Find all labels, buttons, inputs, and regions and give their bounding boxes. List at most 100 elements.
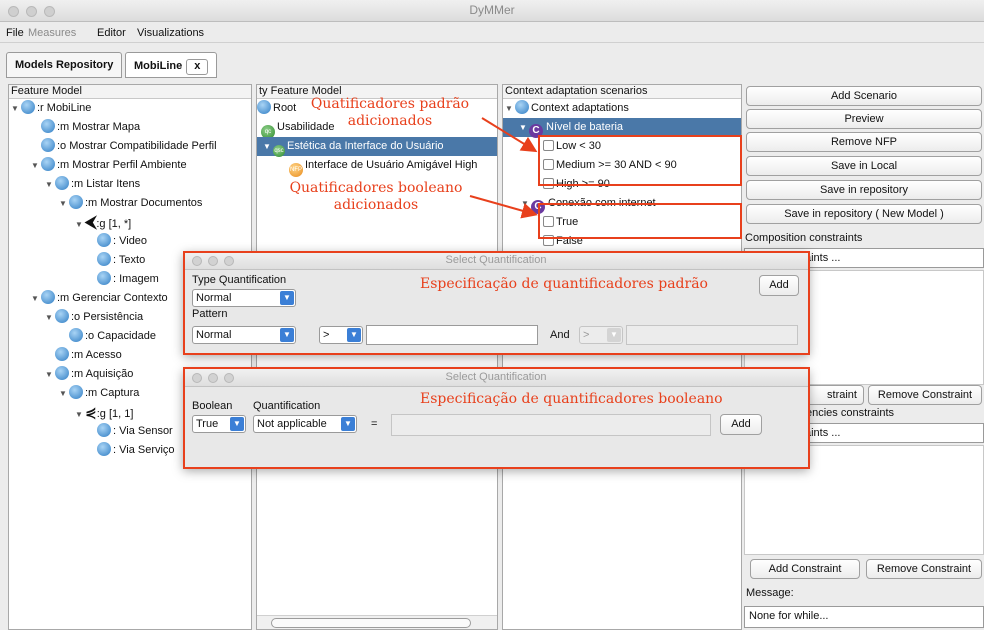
feature-icon bbox=[55, 366, 69, 380]
tree-node[interactable]: :m Acesso bbox=[55, 346, 122, 365]
remove-nfp-button[interactable]: Remove NFP bbox=[746, 132, 982, 152]
expand-icon[interactable]: ▼ bbox=[59, 194, 69, 213]
tree-node[interactable]: ▼:r MobiLine bbox=[11, 99, 91, 118]
feature-icon bbox=[97, 233, 111, 247]
tree-node[interactable]: NFP Interface de Usuário Amigável High bbox=[289, 156, 477, 177]
tree-node[interactable]: : Imagem bbox=[97, 270, 159, 289]
group-xor-icon: ⋞ bbox=[85, 404, 97, 420]
composition-constraints-header: Composition constraints bbox=[745, 232, 863, 244]
annotation-line: adicionados bbox=[347, 113, 433, 129]
nfp-icon: NFP bbox=[289, 163, 303, 177]
tab-label: MobiLine bbox=[134, 60, 183, 72]
expand-icon[interactable]: ▼ bbox=[59, 384, 69, 403]
dependencies-constraints-header: encies constraints bbox=[806, 407, 895, 419]
feature-icon bbox=[515, 100, 529, 114]
feature-icon bbox=[97, 442, 111, 456]
tree-node[interactable]: ▼ ⋞:g [1, 1] bbox=[75, 403, 133, 422]
tree-node-root[interactable]: Root bbox=[257, 99, 296, 118]
tree-node[interactable]: :o Capacidade bbox=[69, 327, 156, 346]
expand-icon[interactable]: ▼ bbox=[75, 215, 85, 234]
tree-node[interactable]: ▼ ⮜:g [1, *] bbox=[75, 213, 131, 232]
expand-icon[interactable]: ▼ bbox=[521, 194, 531, 213]
tree-node[interactable]: ▼:m Listar Itens bbox=[45, 175, 140, 194]
remove-constraint-button[interactable]: Remove Constraint bbox=[868, 385, 982, 405]
tree-node[interactable]: :o Mostrar Compatibilidade Perfil bbox=[41, 137, 217, 156]
tree-node[interactable]: ▼:m Mostrar Perfil Ambiente bbox=[31, 156, 187, 175]
annotation-line: adicionados bbox=[333, 197, 419, 213]
expand-icon[interactable]: ▼ bbox=[505, 99, 515, 118]
expand-icon[interactable]: ▼ bbox=[45, 308, 55, 327]
tree-node[interactable]: : Texto bbox=[97, 251, 145, 270]
tree-node[interactable]: ▼:m Aquisição bbox=[45, 365, 133, 384]
feature-icon bbox=[69, 195, 83, 209]
remove-constraint-button-2[interactable]: Remove Constraint bbox=[866, 559, 982, 579]
add-constraint-button-2[interactable]: Add Constraint bbox=[750, 559, 860, 579]
feature-icon bbox=[55, 347, 69, 361]
feature-icon bbox=[69, 328, 83, 342]
scrollbar-thumb[interactable] bbox=[271, 618, 471, 628]
feature-model-header: Feature Model bbox=[9, 85, 251, 99]
tab-models-repository[interactable]: Models Repository bbox=[6, 52, 123, 78]
menu-file[interactable]: File bbox=[6, 27, 24, 39]
save-local-button[interactable]: Save in Local bbox=[746, 156, 982, 176]
feature-icon bbox=[21, 100, 35, 114]
tree-node-context-root[interactable]: ▼ Context adaptations bbox=[505, 99, 629, 118]
menu-editor[interactable]: Editor bbox=[97, 27, 126, 39]
annotation-line: Quatificadores padrão bbox=[310, 96, 470, 112]
feature-icon bbox=[41, 290, 55, 304]
add-constraint-button[interactable]: straint bbox=[804, 385, 864, 405]
tab-mobiline[interactable]: MobiLine x bbox=[125, 52, 218, 78]
expand-icon[interactable]: ▼ bbox=[263, 137, 273, 156]
tree-node[interactable]: : Via Sensor bbox=[97, 422, 173, 441]
tree-node[interactable]: ▼:m Mostrar Documentos bbox=[59, 194, 202, 213]
expand-icon[interactable]: ▼ bbox=[31, 156, 41, 175]
preview-button[interactable]: Preview bbox=[746, 109, 982, 129]
feature-model-panel: Feature Model ▼:r MobiLine :m Mostrar Ma… bbox=[8, 84, 252, 630]
feature-icon bbox=[97, 252, 111, 266]
constraints-placeholder: aints ... bbox=[805, 427, 841, 439]
context-header: Context adaptation scenarios bbox=[503, 85, 741, 99]
horizontal-scrollbar[interactable] bbox=[257, 615, 497, 629]
annotation-line: Quatificadores booleano bbox=[289, 180, 463, 196]
highlight-box-dialog-standard bbox=[183, 251, 810, 355]
tree-node[interactable]: : Video bbox=[97, 232, 147, 251]
save-repository-new-model-button[interactable]: Save in repository ( New Model ) bbox=[746, 204, 982, 224]
expand-icon[interactable]: ▼ bbox=[75, 405, 85, 424]
constraints-placeholder: aints ... bbox=[805, 252, 841, 264]
menu-measures[interactable]: Measures bbox=[28, 27, 76, 39]
feature-icon bbox=[257, 100, 271, 114]
window-title: DyMMer bbox=[469, 3, 515, 17]
tree-node[interactable]: ▼:o Persistência bbox=[45, 308, 143, 327]
feature-icon bbox=[41, 157, 55, 171]
highlight-box-standard bbox=[538, 135, 742, 186]
highlight-box-boolean bbox=[538, 203, 742, 239]
tree-node[interactable]: ▼:m Captura bbox=[59, 384, 139, 403]
tree-node[interactable]: : Via Serviço bbox=[97, 441, 175, 460]
expand-icon[interactable]: ▼ bbox=[519, 118, 529, 137]
feature-icon bbox=[55, 176, 69, 190]
expand-icon[interactable]: ▼ bbox=[11, 99, 21, 118]
save-repository-button[interactable]: Save in repository bbox=[746, 180, 982, 200]
expand-icon[interactable]: ▼ bbox=[31, 289, 41, 308]
quality-feature-model-panel: ty Feature Model Root qc Usabilidade ▼ qsc… bbox=[256, 84, 498, 630]
window-titlebar: DyMMer bbox=[0, 0, 984, 22]
message-label: Message: bbox=[746, 587, 794, 599]
menu-visualizations[interactable]: Visualizations bbox=[137, 27, 204, 39]
qsc-icon: qsc bbox=[273, 145, 285, 157]
expand-icon[interactable]: ▼ bbox=[45, 175, 55, 194]
tree-node-selected[interactable]: ▼ qsc Estética da Interface do Usuário bbox=[257, 137, 497, 157]
tab-close-button[interactable]: x bbox=[186, 59, 209, 75]
add-scenario-button[interactable]: Add Scenario bbox=[746, 86, 982, 106]
tab-bar: Models Repository MobiLine x bbox=[0, 44, 984, 86]
message-field: None for while... bbox=[744, 606, 984, 628]
group-or-icon: ⮜ bbox=[85, 214, 97, 231]
tree-node[interactable]: ▼:m Gerenciar Contexto bbox=[31, 289, 168, 308]
right-panel: Add Scenario Preview Remove NFP Save in … bbox=[744, 84, 984, 630]
annotation-boolean-added: Quatificadores booleano adicionados bbox=[276, 180, 476, 214]
feature-icon bbox=[69, 385, 83, 399]
feature-icon bbox=[97, 423, 111, 437]
feature-icon bbox=[55, 309, 69, 323]
menubar: File Measures Editor Visualizations bbox=[0, 23, 984, 43]
expand-icon[interactable]: ▼ bbox=[45, 365, 55, 384]
tree-node[interactable]: :m Mostrar Mapa bbox=[41, 118, 140, 137]
